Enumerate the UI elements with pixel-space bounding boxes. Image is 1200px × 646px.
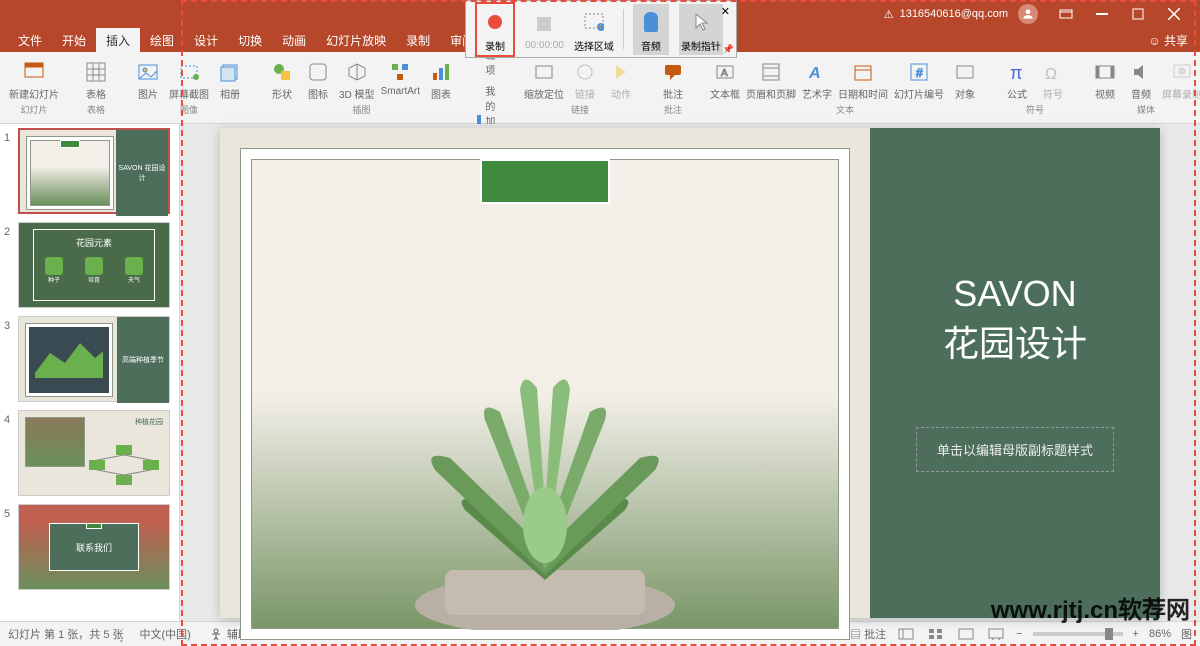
fit-window-button[interactable]: 图 bbox=[1181, 626, 1192, 642]
record-pin-icon[interactable]: 📌 bbox=[723, 44, 734, 55]
screenrec-button[interactable]: 屏幕录制 bbox=[1162, 60, 1200, 101]
group-images: 图像 bbox=[180, 103, 198, 116]
language-label[interactable]: 中文(中国) bbox=[140, 626, 191, 642]
tab-draw[interactable]: 绘图 bbox=[140, 28, 184, 53]
plant-image bbox=[365, 350, 725, 630]
comments-button[interactable]: ▤ 批注 bbox=[850, 626, 886, 642]
zoom-level[interactable]: 86% bbox=[1149, 628, 1171, 640]
tab-home[interactable]: 开始 bbox=[52, 28, 96, 53]
share-button[interactable]: ☺ 共享 bbox=[1136, 32, 1200, 49]
tab-insert[interactable]: 插入 bbox=[96, 28, 140, 53]
tab-record[interactable]: 录制 bbox=[396, 28, 440, 53]
equation-button[interactable]: π公式 bbox=[1002, 60, 1032, 101]
record-pointer-button[interactable]: 录制指针 bbox=[679, 4, 723, 55]
main: 1 SAVON 花园设计 2 花园元素 种子 培育 天气 bbox=[0, 124, 1200, 621]
action-button[interactable]: 动作 bbox=[606, 60, 636, 101]
symbol-button[interactable]: Ω符号 bbox=[1038, 60, 1068, 101]
table-button[interactable]: 表格 bbox=[81, 60, 111, 101]
slide-canvas[interactable]: SAVON 花园设计 单击以编辑母版副标题样式 bbox=[180, 124, 1200, 621]
thumbnail-4[interactable]: 4 种植花园 bbox=[4, 410, 175, 496]
warning-icon: ⚠ bbox=[884, 8, 894, 21]
smartart-button[interactable]: SmartArt bbox=[381, 60, 420, 101]
microphone-icon bbox=[644, 12, 658, 32]
watermark: www.rjtj.cn软荐网 bbox=[991, 590, 1190, 625]
tab-transitions[interactable]: 切换 bbox=[228, 28, 272, 53]
reading-view-button[interactable] bbox=[956, 626, 976, 642]
slide-title[interactable]: SAVON 花园设计 bbox=[943, 273, 1087, 367]
object-button[interactable]: 对象 bbox=[950, 60, 980, 101]
thumbnail-2[interactable]: 2 花园元素 种子 培育 天气 bbox=[4, 222, 175, 308]
close-button[interactable] bbox=[1156, 0, 1192, 28]
thumbnail-3[interactable]: 3 高端种植季节 bbox=[4, 316, 175, 402]
normal-view-button[interactable] bbox=[896, 626, 916, 642]
sorter-view-button[interactable] bbox=[926, 626, 946, 642]
group-symbols: 符号 bbox=[1026, 103, 1044, 116]
maximize-button[interactable] bbox=[1120, 0, 1156, 28]
zoom-in-button[interactable]: + bbox=[1133, 628, 1139, 640]
datetime-button[interactable]: 日期和时间 bbox=[838, 60, 888, 101]
record-start-button[interactable]: 录制 bbox=[475, 2, 515, 57]
zoom-out-button[interactable]: − bbox=[1016, 628, 1022, 640]
shape-button[interactable]: 形状 bbox=[267, 60, 297, 101]
slide-counter: 幻灯片 第 1 张，共 5 张 bbox=[8, 626, 124, 642]
thumbnail-1[interactable]: 1 SAVON 花园设计 bbox=[4, 128, 175, 214]
group-slides: 幻灯片 bbox=[20, 103, 47, 116]
thumbnail-panel: 1 SAVON 花园设计 2 花园元素 种子 培育 天气 bbox=[0, 124, 180, 621]
icon-button[interactable]: 图标 bbox=[303, 60, 333, 101]
tab-slideshow[interactable]: 幻灯片放映 bbox=[316, 28, 396, 53]
group-links: 链接 bbox=[571, 103, 589, 116]
green-tab-decoration bbox=[480, 159, 610, 204]
slidenumber-button[interactable]: #幻灯片编号 bbox=[894, 60, 944, 101]
chart-button[interactable]: 图表 bbox=[426, 60, 456, 101]
comment-button[interactable]: 批注 bbox=[658, 60, 688, 101]
slide-subtitle-placeholder[interactable]: 单击以编辑母版副标题样式 bbox=[916, 427, 1114, 472]
group-tables: 表格 bbox=[87, 103, 105, 116]
tab-animations[interactable]: 动画 bbox=[272, 28, 316, 53]
headerfooter-button[interactable]: 页眉和页脚 bbox=[746, 60, 796, 101]
tab-file[interactable]: 文件 bbox=[8, 28, 52, 53]
record-audio-button[interactable]: 音频 bbox=[633, 4, 669, 55]
slideshow-view-button[interactable] bbox=[986, 626, 1006, 642]
video-button[interactable]: 视频 bbox=[1090, 60, 1120, 101]
audio-button[interactable]: 音频 bbox=[1126, 60, 1156, 101]
svg-text:+: + bbox=[598, 22, 603, 31]
record-stop-button: 00:00:00 bbox=[525, 8, 564, 51]
group-media: 媒体 bbox=[1137, 103, 1155, 116]
wordart-button[interactable]: A艺术字 bbox=[802, 60, 832, 101]
svg-text:π: π bbox=[1010, 63, 1022, 83]
new-slide-button[interactable]: 新建幻灯片 bbox=[9, 60, 59, 101]
slide-main[interactable]: SAVON 花园设计 单击以编辑母版副标题样式 bbox=[220, 128, 1160, 618]
thumbnail-5[interactable]: 5 联系我们 bbox=[4, 504, 175, 590]
image-button[interactable]: 图片 bbox=[133, 60, 163, 101]
svg-text:#: # bbox=[916, 66, 923, 80]
record-select-area-button[interactable]: + 选择区域 bbox=[574, 6, 614, 53]
tab-design[interactable]: 设计 bbox=[184, 28, 228, 53]
screenshot-button[interactable]: 屏幕截图 bbox=[169, 60, 209, 101]
svg-text:A: A bbox=[721, 68, 728, 79]
account-label[interactable]: 1316540616@qq.com bbox=[900, 8, 1008, 20]
album-button[interactable]: 相册 bbox=[215, 60, 245, 101]
record-toolbar: 录制 00:00:00 + 选择区域 音频 录制指针 ✕ 📌 bbox=[465, 0, 737, 58]
ribbon-display-icon[interactable] bbox=[1048, 0, 1084, 28]
svg-text:Ω: Ω bbox=[1045, 66, 1057, 83]
minimize-button[interactable] bbox=[1084, 0, 1120, 28]
group-text: 文本 bbox=[836, 103, 854, 116]
group-comments: 批注 bbox=[664, 103, 682, 116]
record-close-button[interactable]: ✕ bbox=[721, 5, 730, 18]
avatar[interactable] bbox=[1018, 4, 1038, 24]
3dmodel-button[interactable]: 3D 模型 bbox=[339, 60, 375, 101]
zoom-slider[interactable] bbox=[1033, 632, 1123, 636]
ribbon: 新建幻灯片 幻灯片 表格 表格 图片 屏幕截图 相册 图像 形状 图标 3D 模… bbox=[0, 52, 1200, 124]
link-button[interactable]: 链接 bbox=[570, 60, 600, 101]
zoomrect-button[interactable]: 缩放定位 bbox=[524, 60, 564, 101]
group-illustrations: 插图 bbox=[353, 103, 371, 116]
svg-text:A: A bbox=[808, 65, 821, 82]
textbox-button[interactable]: A文本框 bbox=[710, 60, 740, 101]
